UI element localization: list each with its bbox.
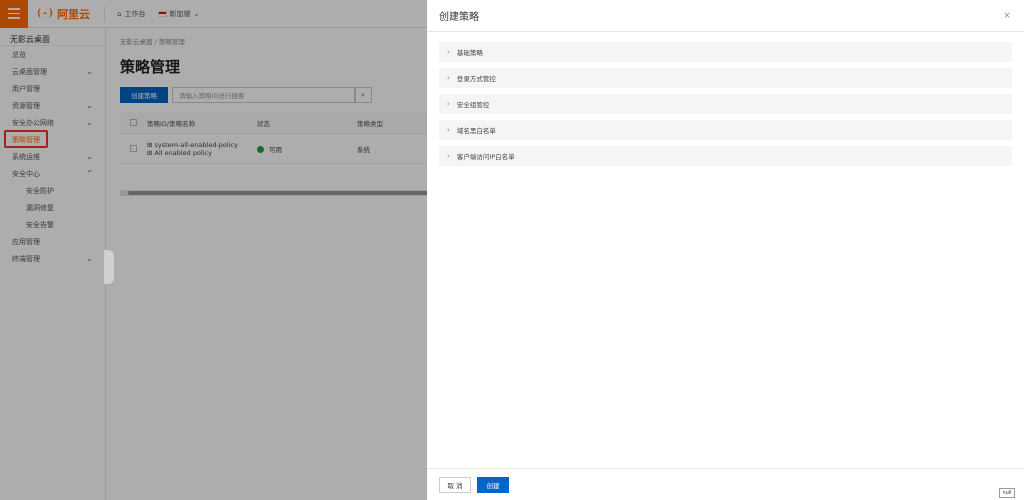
drawer-title: 创建策略	[439, 12, 479, 23]
drawer-sections: › 基础策略 › 登录方式管控 › 安全组管控 › 域名黑白名单 › 客户端访问IP白名单	[427, 32, 1024, 166]
chevron-right-icon: ›	[447, 74, 450, 82]
section-security-group[interactable]: › 安全组管控	[439, 94, 1012, 114]
chevron-right-icon: ›	[447, 126, 450, 134]
section-login-control[interactable]: › 登录方式管控	[439, 68, 1012, 88]
close-icon[interactable]: ×	[1002, 11, 1012, 21]
create-button[interactable]: 创建	[477, 476, 509, 493]
chevron-right-icon: ›	[447, 48, 450, 56]
chevron-right-icon: ›	[447, 152, 450, 160]
section-label: 基础策略	[456, 49, 483, 57]
section-label: 安全组管控	[456, 101, 490, 109]
null-badge: null	[999, 488, 1015, 498]
section-basic-policy[interactable]: › 基础策略	[439, 42, 1012, 62]
drawer-header: 创建策略 ×	[427, 0, 1024, 32]
section-client-ip-whitelist[interactable]: › 客户端访问IP白名单	[439, 146, 1012, 166]
create-policy-drawer: 创建策略 × › 基础策略 › 登录方式管控 › 安全组管控 › 域名黑白名单 › 客户端…	[427, 0, 1024, 500]
section-label: 登录方式管控	[456, 75, 496, 83]
section-domain-list[interactable]: › 域名黑白名单	[439, 120, 1012, 140]
cancel-button[interactable]: 取 消	[439, 476, 471, 493]
chevron-right-icon: ›	[447, 100, 450, 108]
section-label: 客户端访问IP白名单	[456, 153, 515, 161]
drawer-footer: 取 消 创建	[427, 468, 1024, 500]
sidebar-collapse-handle[interactable]	[104, 250, 114, 284]
section-label: 域名黑白名单	[456, 127, 496, 135]
